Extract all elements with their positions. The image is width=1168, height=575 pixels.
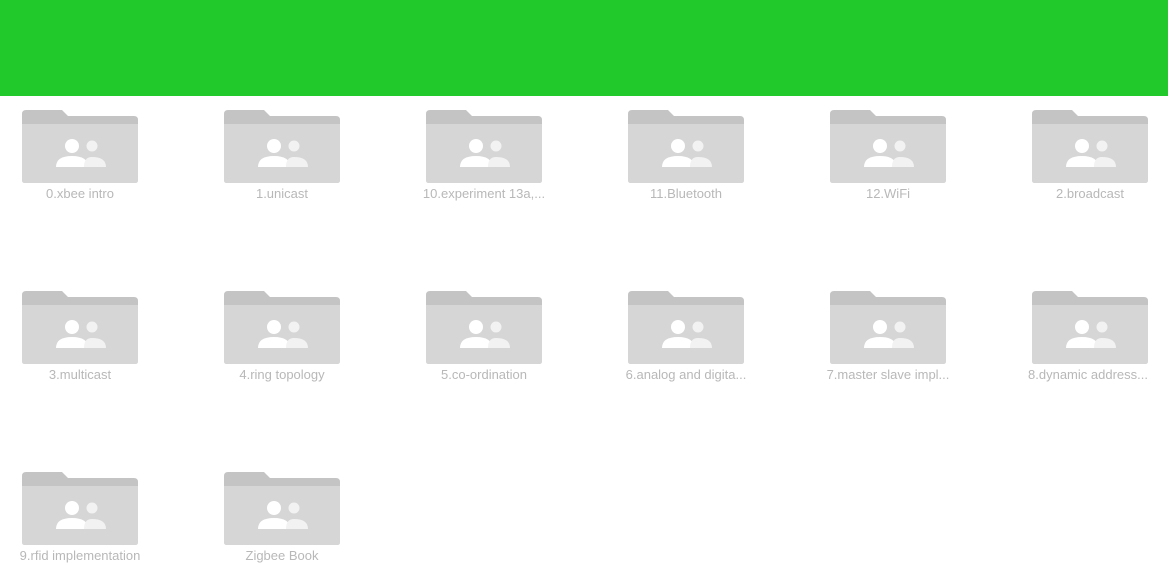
folder-label: 5.co-ordination (441, 367, 527, 382)
folder-item[interactable]: 1.unicast (202, 110, 362, 201)
folder-item[interactable]: 11.Bluetooth (606, 110, 766, 201)
folder-label: 10.experiment 13a,... (422, 186, 546, 201)
folder-label: 6.analog and digita... (625, 367, 747, 382)
shared-folder-icon (628, 110, 744, 183)
folder-item[interactable]: 2.broadcast (1010, 110, 1168, 201)
folder-label: 8.dynamic address... (1028, 367, 1148, 382)
shared-folder-icon (224, 110, 340, 183)
folder-item[interactable]: 12.WiFi (808, 110, 968, 201)
folder-item[interactable]: 9.rfid implementation (0, 472, 160, 563)
folder-item[interactable]: 10.experiment 13a,... (404, 110, 564, 201)
folder-label: 2.broadcast (1056, 186, 1124, 201)
folder-label: 1.unicast (255, 186, 309, 201)
folder-label: 11.Bluetooth (649, 186, 723, 201)
shared-folder-icon (628, 291, 744, 364)
shared-folder-icon (22, 110, 138, 183)
folder-label: 0.xbee intro (46, 186, 114, 201)
folder-label: 7.master slave impl... (826, 367, 950, 382)
shared-folder-icon (1032, 291, 1148, 364)
folder-item[interactable]: 3.multicast (0, 291, 160, 382)
folder-item[interactable]: 6.analog and digita... (606, 291, 766, 382)
shared-folder-icon (426, 291, 542, 364)
folder-item[interactable]: Zigbee Book (202, 472, 362, 563)
shared-folder-icon (1032, 110, 1148, 183)
top-bar (0, 0, 1168, 96)
folder-label: Zigbee Book (245, 548, 319, 563)
shared-folder-icon (22, 472, 138, 545)
folder-label: 9.rfid implementation (19, 548, 141, 563)
shared-folder-icon (426, 110, 542, 183)
folder-item[interactable]: 8.dynamic address... (1008, 291, 1168, 382)
shared-folder-icon (224, 291, 340, 364)
folder-label: 4.ring topology (239, 367, 325, 382)
folder-label: 12.WiFi (865, 186, 911, 201)
shared-folder-icon (830, 291, 946, 364)
folder-item[interactable]: 7.master slave impl... (808, 291, 968, 382)
folder-item[interactable]: 0.xbee intro (0, 110, 160, 201)
folder-item[interactable]: 4.ring topology (202, 291, 362, 382)
shared-folder-icon (224, 472, 340, 545)
shared-folder-icon (22, 291, 138, 364)
folder-label: 3.multicast (48, 367, 112, 382)
shared-folder-icon (830, 110, 946, 183)
folder-item[interactable]: 5.co-ordination (404, 291, 564, 382)
